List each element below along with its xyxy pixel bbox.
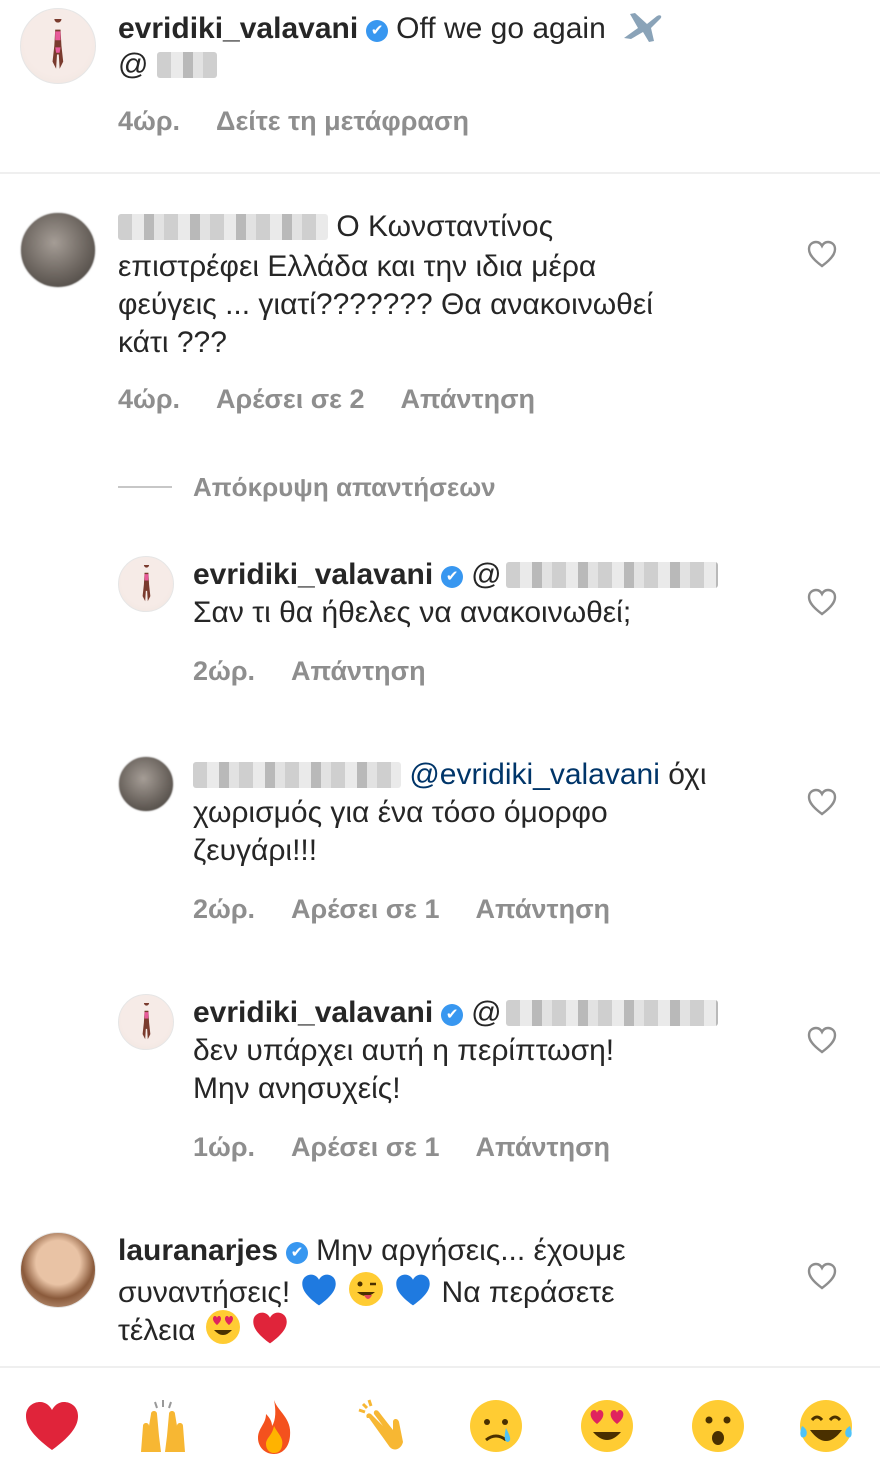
- reply-button[interactable]: Απάντηση: [401, 384, 536, 414]
- caption-meta: 4ώρ. Δείτε τη μετάφραση: [118, 104, 505, 138]
- reply-time: 2ώρ.: [193, 656, 256, 686]
- likes-count[interactable]: Αρέσει σε 1: [291, 894, 439, 924]
- divider: [0, 172, 880, 174]
- replies-line: [118, 486, 172, 488]
- hide-replies-button[interactable]: Απόκρυψη απαντήσεων: [193, 470, 496, 504]
- tears-of-joy-face-icon[interactable]: [796, 1396, 856, 1456]
- blurred-username[interactable]: [505, 562, 718, 588]
- caption-body: Off we go again: [396, 12, 606, 45]
- comment-username[interactable]: lauranarjes: [118, 1234, 278, 1267]
- blurred-username[interactable]: [193, 762, 401, 788]
- caption-text: evridiki_valavani ✔ Off we go again: [118, 8, 664, 48]
- comment-text: lauranarjes ✔ Μην αργήσεις... έχουμε: [118, 1234, 626, 1267]
- surprised-face-icon[interactable]: [688, 1396, 748, 1456]
- reply-username[interactable]: evridiki_valavani: [193, 558, 433, 591]
- blurred-username: [156, 52, 217, 78]
- comment-text-line: επιστρέφει Ελλάδα και την ιδια μέρα: [118, 250, 597, 283]
- heart-icon[interactable]: [807, 788, 837, 816]
- verified-icon: ✔: [441, 566, 464, 588]
- blurred-username[interactable]: [505, 1000, 718, 1026]
- raising-hands-icon[interactable]: [133, 1396, 193, 1456]
- reply-username[interactable]: evridiki_valavani: [193, 996, 433, 1029]
- likes-count[interactable]: Αρέσει σε 1: [291, 1132, 439, 1162]
- verified-icon: ✔: [286, 1242, 309, 1264]
- verified-icon: ✔: [366, 20, 389, 42]
- reply-text: evridiki_valavani ✔ @: [193, 994, 718, 1032]
- translate-link[interactable]: Δείτε τη μετάφραση: [216, 106, 469, 136]
- reply-text-line: δεν υπάρχει αυτή η περίπτωση!: [193, 1034, 615, 1067]
- avatar[interactable]: [20, 1232, 96, 1308]
- blue-heart-icon: [301, 1274, 336, 1306]
- avatar[interactable]: [118, 556, 174, 612]
- reply-time: 2ώρ.: [193, 894, 256, 924]
- comment-text: Ο Κωνσταντίνος: [118, 208, 553, 246]
- verified-icon: ✔: [441, 1004, 464, 1026]
- red-heart-icon[interactable]: [22, 1396, 82, 1456]
- reply-button[interactable]: Απάντηση: [291, 656, 426, 686]
- winking-tongue-face-icon: [348, 1272, 383, 1306]
- avatar[interactable]: [118, 756, 174, 812]
- caption-mention[interactable]: @: [118, 46, 217, 84]
- blurred-username[interactable]: [118, 214, 328, 240]
- reply-text-line: ζευγάρι!!!: [193, 834, 318, 867]
- comment-text-line: κάτι ???: [118, 326, 227, 359]
- heart-icon[interactable]: [807, 1262, 837, 1290]
- heart-icon[interactable]: [807, 1026, 837, 1054]
- reply-text-line: Σαν τι θα ήθελες να ανακοινωθεί;: [193, 596, 632, 629]
- heart-eyes-face-icon[interactable]: [577, 1396, 637, 1456]
- comment-time: 4ώρ.: [118, 384, 181, 414]
- reply-text: @evridiki_valavani όχι: [193, 756, 707, 794]
- crying-face-icon[interactable]: [466, 1396, 526, 1456]
- reply-time: 1ώρ.: [193, 1132, 256, 1162]
- comment-text-line: φεύγεις ... γιατί??????? Θα ανακοινωθεί: [118, 288, 653, 321]
- avatar[interactable]: [118, 994, 174, 1050]
- heart-icon[interactable]: [807, 240, 837, 268]
- emoji-reaction-bar: [0, 1366, 880, 1469]
- heart-eyes-face-icon: [205, 1310, 240, 1344]
- blue-heart-icon: [396, 1274, 430, 1306]
- reply-meta: 2ώρ. Απάντηση: [193, 654, 462, 688]
- reply-text: evridiki_valavani ✔ @: [193, 556, 718, 594]
- heart-icon[interactable]: [807, 588, 837, 616]
- red-heart-icon: [253, 1312, 288, 1344]
- reply-button[interactable]: Απάντηση: [476, 894, 611, 924]
- fire-icon[interactable]: [244, 1396, 304, 1456]
- caption-username[interactable]: evridiki_valavani: [118, 12, 358, 45]
- comment-text-line: τέλεια: [118, 1308, 290, 1350]
- comment-text-line: συναντήσεις! Να περάσετε: [118, 1270, 614, 1312]
- comment-meta: 4ώρ. Αρέσει σε 2 Απάντηση: [118, 382, 571, 416]
- reply-meta: 2ώρ. Αρέσει σε 1 Απάντηση: [193, 892, 646, 926]
- clapping-hands-icon[interactable]: [355, 1396, 415, 1456]
- avatar[interactable]: [20, 212, 96, 288]
- reply-meta: 1ώρ. Αρέσει σε 1 Απάντηση: [193, 1130, 646, 1164]
- airplane-icon: [624, 13, 662, 42]
- reply-button[interactable]: Απάντηση: [476, 1132, 611, 1162]
- reply-mention[interactable]: @evridiki_valavani: [409, 758, 660, 791]
- reply-text-line: χωρισμός για ένα τόσο όμορφο: [193, 796, 608, 829]
- reply-text-line: Μην ανησυχείς!: [193, 1072, 401, 1105]
- caption-time: 4ώρ.: [118, 106, 181, 136]
- avatar[interactable]: [20, 8, 96, 84]
- likes-count[interactable]: Αρέσει σε 2: [216, 384, 364, 414]
